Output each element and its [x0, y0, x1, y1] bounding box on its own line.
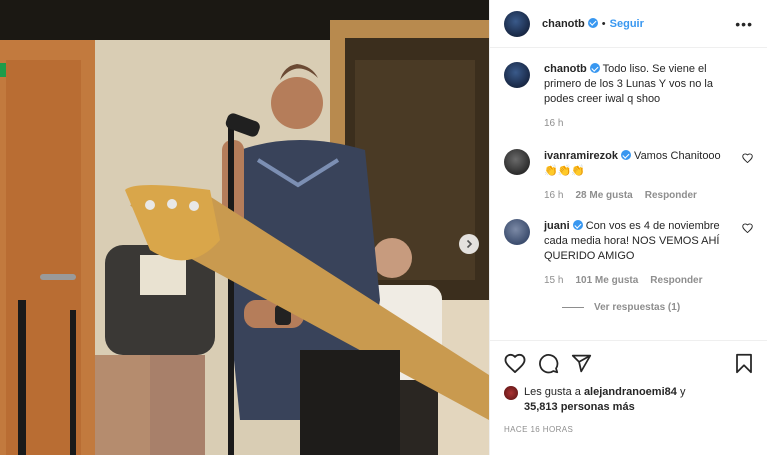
liker-username[interactable]: alejandranoemi84	[584, 386, 677, 398]
like-button[interactable]	[504, 353, 526, 373]
comment-avatar[interactable]	[504, 149, 530, 175]
likes-connector: y	[679, 386, 686, 398]
heart-icon	[504, 353, 526, 373]
post-header: chanotb • Seguir •••	[490, 0, 767, 48]
post-timestamp[interactable]: HACE 16 HORAS	[504, 425, 753, 434]
comment-body: ivanramirezok Vamos Chanitooo👏👏👏 16 h 28…	[544, 149, 753, 203]
caption-username[interactable]: chanotb	[544, 63, 587, 75]
likes-summary: Les gusta a alejandranoemi84 y 35,813 pe…	[504, 385, 753, 415]
comment-likes[interactable]: 101 Me gusta	[575, 273, 638, 288]
studio-photo	[0, 0, 489, 455]
comment-meta: 16 h 28 Me gusta Responder	[544, 188, 733, 203]
comment-item: ivanramirezok Vamos Chanitooo👏👏👏 16 h 28…	[504, 149, 753, 203]
verified-icon	[589, 63, 600, 73]
view-replies-button[interactable]: Ver respuestas (1)	[562, 302, 753, 313]
caption-body: chanotb Todo liso. Se viene el primero d…	[544, 62, 753, 131]
verified-icon	[620, 150, 631, 160]
comment-body: juani Con vos es 4 de noviembre cada med…	[544, 219, 753, 288]
chevron-right-icon	[466, 239, 473, 249]
reply-button[interactable]: Responder	[645, 188, 697, 203]
replies-line	[562, 307, 584, 308]
comment-username[interactable]: juani	[544, 220, 570, 232]
likes-others[interactable]: 35,813 personas más	[524, 401, 635, 413]
comment-button[interactable]	[538, 353, 559, 374]
comment-time[interactable]: 16 h	[544, 188, 563, 203]
caption: chanotb Todo liso. Se viene el primero d…	[504, 62, 753, 131]
author-avatar[interactable]	[504, 10, 530, 37]
verified-icon	[572, 220, 583, 230]
comments-list: chanotb Todo liso. Se viene el primero d…	[490, 48, 767, 348]
likes-text: Les gusta a alejandranoemi84 y 35,813 pe…	[524, 385, 685, 415]
comment-avatar[interactable]	[504, 219, 530, 245]
heart-icon[interactable]	[742, 223, 753, 233]
next-photo-button[interactable]	[459, 234, 479, 254]
bookmark-icon	[736, 353, 752, 373]
follow-button[interactable]: Seguir	[610, 18, 644, 30]
share-button[interactable]	[571, 353, 592, 374]
liker-avatar[interactable]	[504, 386, 518, 400]
comment-item: juani Con vos es 4 de noviembre cada med…	[504, 219, 753, 288]
post-photo	[0, 0, 489, 455]
author-username[interactable]: chanotb	[542, 18, 585, 30]
share-icon	[571, 354, 592, 372]
comment-username[interactable]: ivanramirezok	[544, 150, 618, 162]
likes-prefix: Les gusta a	[524, 386, 581, 398]
post-panel: chanotb • Seguir ••• chanotb Todo liso. …	[489, 0, 767, 455]
comment-meta: 15 h 101 Me gusta Responder	[544, 273, 733, 288]
comment-time[interactable]: 15 h	[544, 273, 563, 288]
comment-icon	[539, 353, 559, 373]
separator-dot: •	[601, 17, 606, 30]
reply-button[interactable]: Responder	[650, 273, 702, 288]
caption-avatar[interactable]	[504, 62, 530, 88]
comment-text: Con vos es 4 de noviembre cada media hor…	[544, 220, 720, 262]
post-actions-area: Les gusta a alejandranoemi84 y 35,813 pe…	[490, 340, 767, 434]
heart-icon[interactable]	[742, 153, 753, 163]
caption-time[interactable]: 16 h	[544, 116, 563, 131]
verified-icon	[587, 17, 598, 28]
more-options-icon[interactable]: •••	[735, 16, 753, 32]
action-bar	[504, 341, 753, 385]
view-replies-label: Ver respuestas (1)	[594, 302, 681, 313]
author-name-wrap: chanotb	[542, 17, 598, 30]
caption-meta: 16 h	[544, 116, 733, 131]
comment-likes[interactable]: 28 Me gusta	[575, 188, 632, 203]
save-button[interactable]	[735, 353, 753, 374]
